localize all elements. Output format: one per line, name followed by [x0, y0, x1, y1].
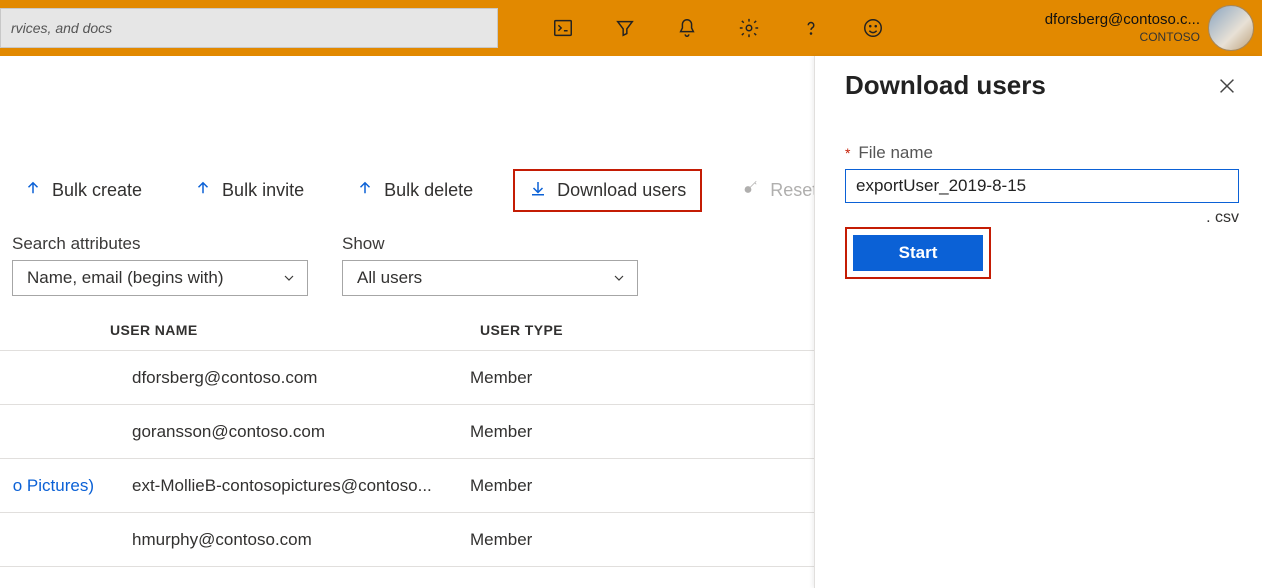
account-org: CONTOSO — [1045, 30, 1200, 45]
row-user-type: Member — [470, 422, 532, 442]
show-value: All users — [357, 268, 422, 288]
bulk-delete-label: Bulk delete — [384, 180, 473, 201]
required-asterisk: * — [845, 145, 850, 161]
feedback-smiley-icon[interactable] — [842, 0, 904, 56]
key-icon — [742, 179, 760, 202]
panel-title: Download users — [845, 70, 1046, 101]
bulk-invite-label: Bulk invite — [222, 180, 304, 201]
start-button[interactable]: Start — [853, 235, 983, 271]
col-user-type[interactable]: USER TYPE — [480, 322, 563, 338]
bulk-create-label: Bulk create — [52, 180, 142, 201]
file-name-input[interactable] — [845, 169, 1239, 203]
settings-gear-icon[interactable] — [718, 0, 780, 56]
download-users-label: Download users — [557, 180, 686, 201]
spacer — [498, 0, 532, 56]
file-name-field: * File name . csv — [845, 143, 1238, 227]
upload-arrow-icon — [356, 179, 374, 202]
search-attributes-label: Search attributes — [12, 234, 308, 254]
notifications-icon[interactable] — [656, 0, 718, 56]
upload-arrow-icon — [24, 179, 42, 202]
top-header: rvices, and docs dforsberg@contoso.c... … — [0, 0, 1262, 56]
directory-filter-icon[interactable] — [594, 0, 656, 56]
start-button-highlight: Start — [845, 227, 991, 279]
account-text: dforsberg@contoso.c... CONTOSO — [1045, 11, 1200, 45]
filter-row: Search attributes Name, email (begins wi… — [12, 234, 638, 296]
search-attributes-value: Name, email (begins with) — [27, 268, 224, 288]
chevron-down-icon — [281, 270, 297, 286]
show-filter: Show All users — [342, 234, 638, 296]
row-user-name: dforsberg@contoso.com — [0, 368, 470, 388]
file-name-label-row: * File name — [845, 143, 1238, 163]
file-extension: . csv — [845, 209, 1239, 227]
show-label: Show — [342, 234, 638, 254]
search-attributes-select[interactable]: Name, email (begins with) — [12, 260, 308, 296]
account-email: dforsberg@contoso.c... — [1045, 11, 1200, 30]
row-user-type: Member — [470, 476, 532, 496]
bulk-create-button[interactable]: Bulk create — [12, 173, 154, 208]
row-prefix: o Pictures) — [0, 476, 100, 496]
cloud-shell-icon[interactable] — [532, 0, 594, 56]
download-users-panel: Download users * File name . csv Start — [814, 56, 1262, 588]
close-icon[interactable] — [1216, 75, 1238, 97]
show-select[interactable]: All users — [342, 260, 638, 296]
header-icon-group — [532, 0, 904, 56]
bulk-delete-button[interactable]: Bulk delete — [344, 173, 485, 208]
row-user-name: hmurphy@contoso.com — [0, 530, 470, 550]
global-search-input[interactable]: rvices, and docs — [0, 8, 498, 48]
search-placeholder-text: rvices, and docs — [11, 20, 112, 36]
download-users-button[interactable]: Download users — [513, 169, 702, 212]
panel-header: Download users — [845, 70, 1238, 101]
row-user-type: Member — [470, 530, 532, 550]
account-area[interactable]: dforsberg@contoso.c... CONTOSO — [1027, 0, 1262, 56]
col-user-name[interactable]: USER NAME — [110, 322, 480, 338]
row-user-type: Member — [470, 368, 532, 388]
row-user-name: ext-MollieB-contosopictures@contoso... — [100, 476, 470, 496]
search-attributes-filter: Search attributes Name, email (begins wi… — [12, 234, 308, 296]
upload-arrow-icon — [194, 179, 212, 202]
file-name-label: File name — [858, 143, 933, 162]
help-icon[interactable] — [780, 0, 842, 56]
row-user-name: goransson@contoso.com — [0, 422, 470, 442]
download-arrow-icon — [529, 179, 547, 202]
chevron-down-icon — [611, 270, 627, 286]
bulk-invite-button[interactable]: Bulk invite — [182, 173, 316, 208]
avatar[interactable] — [1208, 5, 1254, 51]
